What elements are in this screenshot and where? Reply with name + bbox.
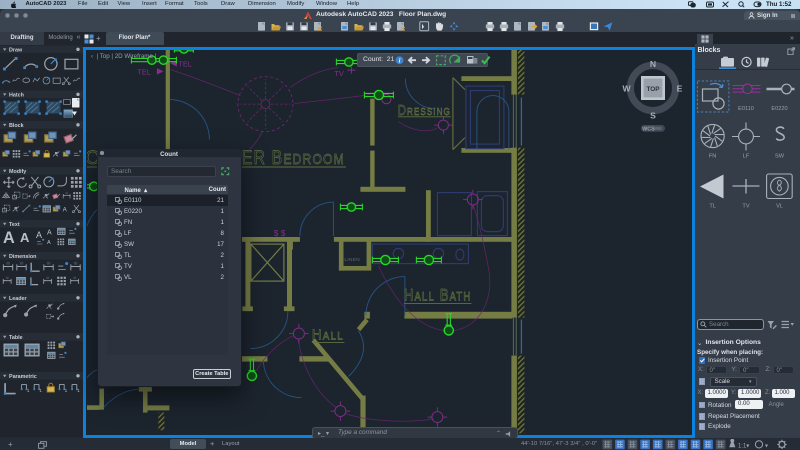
svg-text:$: $	[273, 229, 278, 238]
svg-text:Draw: Draw	[9, 47, 23, 53]
svg-text:HALL BATH: HALL BATH	[403, 287, 470, 305]
svg-text:TEL: TEL	[137, 68, 151, 77]
svg-text:Parametric: Parametric	[9, 374, 37, 380]
svg-text:A: A	[47, 240, 51, 246]
svg-text:A: A	[36, 230, 42, 240]
svg-text:HALL: HALL	[311, 327, 343, 344]
svg-text:$: $	[280, 229, 285, 238]
svg-text:TEL: TEL	[178, 60, 192, 69]
svg-text:SW: SW	[775, 153, 785, 159]
svg-text:VL: VL	[776, 203, 783, 209]
svg-text:W: W	[622, 84, 631, 94]
svg-text:Block: Block	[9, 123, 24, 129]
svg-text:i: i	[399, 57, 401, 64]
svg-text:1: 1	[77, 388, 80, 394]
svg-text:Modify: Modify	[9, 169, 26, 175]
svg-text:E0220: E0220	[771, 106, 787, 112]
svg-text:TV: TV	[334, 69, 344, 78]
svg-text:FN: FN	[708, 153, 715, 159]
svg-text:TOP: TOP	[646, 86, 660, 93]
svg-text:Hatch: Hatch	[9, 92, 24, 98]
svg-text:TV: TV	[742, 203, 749, 209]
svg-text:▾: ▾	[765, 444, 768, 450]
svg-text:Leader: Leader	[9, 296, 28, 302]
svg-text:TL: TL	[709, 203, 716, 209]
svg-text:A: A	[3, 229, 15, 247]
svg-text:Text: Text	[9, 222, 20, 228]
svg-text:WCS: WCS	[642, 126, 655, 132]
svg-text:ER BEDROOM: ER BEDROOM	[241, 148, 344, 169]
svg-text:1: 1	[65, 388, 68, 394]
svg-text:1:1▾: 1:1▾	[738, 444, 749, 450]
svg-text:Dimension: Dimension	[9, 254, 36, 260]
svg-text:N: N	[650, 59, 656, 69]
svg-text:S: S	[650, 111, 656, 121]
svg-text:A: A	[47, 230, 52, 237]
svg-text:LF: LF	[742, 153, 749, 159]
svg-text:1: 1	[39, 388, 42, 394]
svg-text:E: E	[677, 84, 683, 94]
svg-text:A: A	[20, 230, 30, 245]
svg-text:LINEN: LINEN	[344, 257, 360, 263]
svg-text:1: 1	[27, 388, 30, 394]
svg-text:E0110: E0110	[738, 106, 754, 112]
svg-text:Table: Table	[9, 335, 23, 341]
